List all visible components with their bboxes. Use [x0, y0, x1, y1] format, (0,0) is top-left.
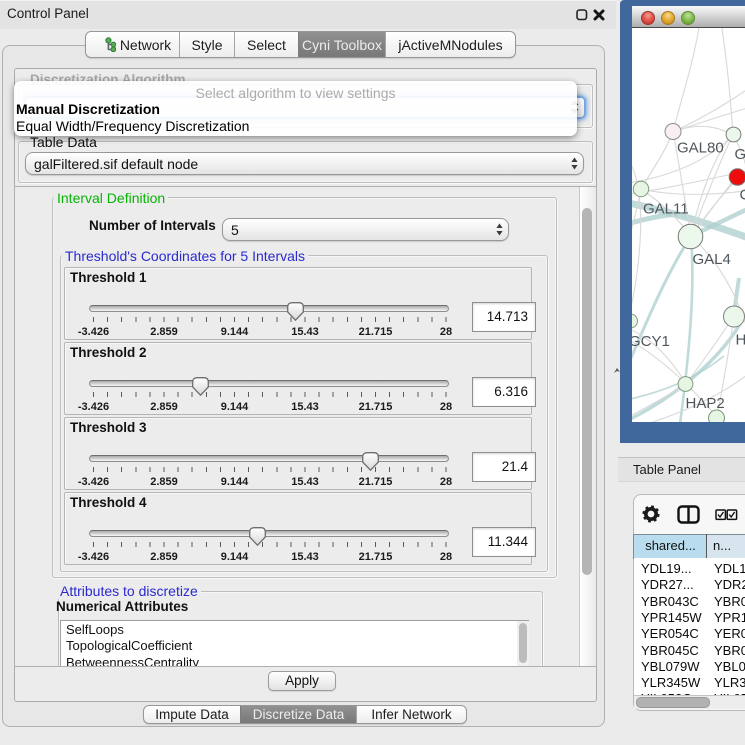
svg-text:H: H — [736, 332, 745, 349]
svg-text:HAP2: HAP2 — [686, 395, 725, 412]
svg-text:GCY1: GCY1 — [632, 333, 670, 350]
svg-text:GAL11: GAL11 — [643, 201, 689, 218]
svg-text:GA: GA — [735, 146, 745, 163]
svg-text:GAL4: GAL4 — [693, 251, 731, 268]
svg-text:C: C — [740, 187, 745, 204]
svg-text:GAL80: GAL80 — [677, 140, 724, 157]
